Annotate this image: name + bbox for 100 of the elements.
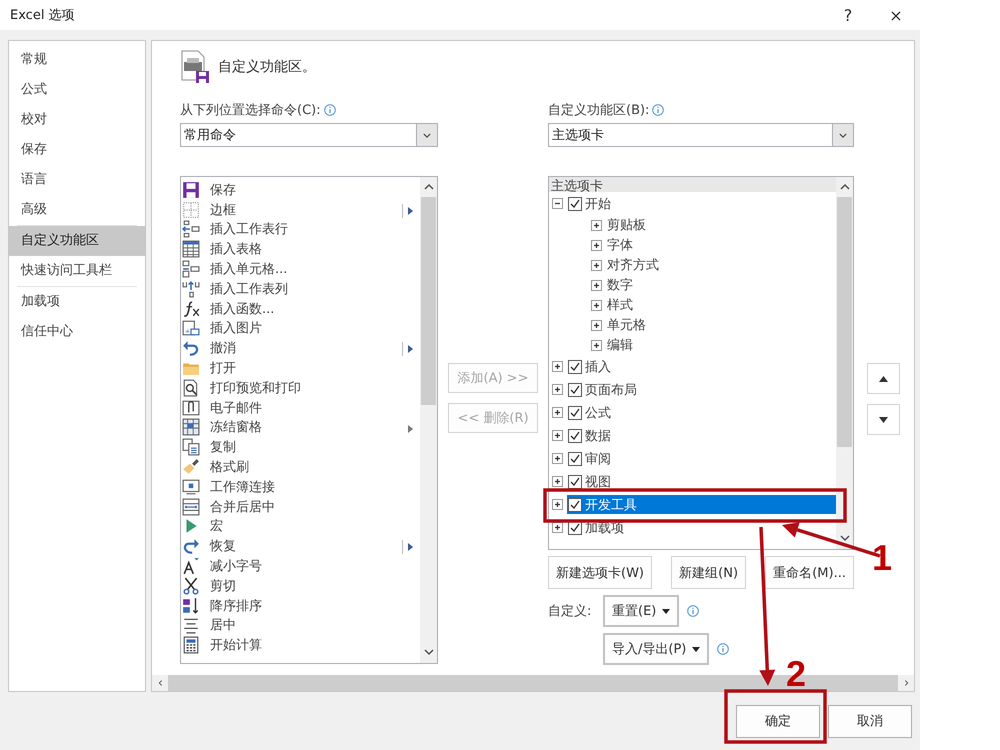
command-item[interactable]: 恢复: [181, 536, 420, 556]
insert-column-icon: [182, 280, 200, 298]
tree-item[interactable]: 数据: [567, 426, 836, 445]
command-item[interactable]: 开始计算: [181, 635, 420, 656]
expand-icon[interactable]: [552, 476, 563, 487]
expand-icon[interactable]: [591, 260, 602, 270]
command-item[interactable]: 边框: [181, 200, 420, 220]
tree-item[interactable]: 开发工具: [567, 495, 836, 514]
command-item[interactable]: 插入图片: [181, 318, 420, 338]
action-button[interactable]: 新建选项卡(W): [548, 556, 652, 589]
tree-header: 主选项卡: [549, 177, 836, 192]
tree-item[interactable]: 编辑: [606, 336, 836, 354]
ok-button[interactable]: 确定: [736, 704, 820, 738]
expand-icon[interactable]: [591, 240, 602, 250]
tree-item[interactable]: 审阅: [567, 449, 836, 468]
step-number: 2: [786, 656, 806, 692]
dropdown[interactable]: 主选项卡: [548, 123, 854, 147]
command-item[interactable]: 减小字号: [181, 556, 420, 576]
checkbox[interactable]: [568, 360, 582, 374]
insert-cells-icon: [182, 260, 200, 278]
tree-item[interactable]: 样式: [606, 296, 836, 314]
caret-icon: [692, 646, 700, 652]
expand-icon[interactable]: [591, 340, 602, 350]
sidebar-item[interactable]: 语言: [9, 165, 145, 195]
caret-icon: [662, 608, 670, 614]
command-item[interactable]: 复制: [181, 437, 420, 458]
sidebar-item[interactable]: 自定义功能区: [9, 226, 145, 256]
expand-icon[interactable]: [591, 220, 602, 230]
expand-icon[interactable]: [591, 280, 602, 290]
tree-item[interactable]: 加载项: [567, 518, 836, 537]
tree-item[interactable]: 对齐方式: [606, 256, 836, 274]
command-item[interactable]: 电子邮件: [181, 398, 420, 418]
command-item[interactable]: 工作簿连接: [181, 476, 420, 497]
action-button[interactable]: 新建组(N): [671, 556, 746, 589]
command-item[interactable]: 宏: [181, 516, 420, 536]
command-item[interactable]: 居中: [181, 616, 420, 636]
expand-icon[interactable]: [591, 300, 602, 310]
command-item[interactable]: 降序排序: [181, 596, 420, 616]
command-item[interactable]: 插入函数...: [181, 298, 420, 319]
scrollbar[interactable]: [836, 177, 853, 549]
tree-item[interactable]: 公式: [567, 403, 836, 422]
command-item[interactable]: 保存: [181, 180, 420, 200]
field-label: 自定义功能区(B):: [548, 102, 650, 119]
reset-button[interactable]: 重置(E): [603, 595, 680, 627]
command-item[interactable]: 合并后居中: [181, 496, 420, 517]
command-item[interactable]: 撤消: [181, 338, 420, 358]
command-item[interactable]: 冻结窗格: [181, 418, 420, 438]
checkbox[interactable]: [568, 196, 582, 210]
command-item[interactable]: 插入单元格...: [181, 259, 420, 279]
sidebar-item[interactable]: 信任中心: [9, 317, 145, 347]
import-export-button[interactable]: 导入/导出(P): [603, 633, 710, 665]
dropdown[interactable]: 常用命令: [180, 123, 438, 147]
checkbox[interactable]: [568, 406, 582, 420]
command-item[interactable]: 打印预览和打印: [181, 378, 420, 398]
sidebar-item[interactable]: 保存: [9, 135, 145, 165]
cancel-button[interactable]: 取消: [828, 704, 912, 738]
scrollbar[interactable]: [420, 177, 437, 663]
expand-icon[interactable]: [591, 320, 602, 330]
expand-icon[interactable]: [552, 522, 563, 533]
checkbox[interactable]: [568, 498, 582, 512]
sidebar-item[interactable]: 加载项: [9, 287, 145, 317]
collapse-icon[interactable]: [552, 198, 563, 209]
tree-item[interactable]: 数字: [606, 276, 836, 294]
close-button[interactable]: ×: [872, 0, 920, 30]
sidebar-item[interactable]: 公式: [9, 75, 145, 105]
expand-icon[interactable]: [552, 453, 563, 464]
checkbox[interactable]: [568, 382, 582, 396]
expand-icon[interactable]: [552, 430, 563, 441]
move-up-button[interactable]: [867, 363, 900, 394]
tree-item[interactable]: 剪贴板: [606, 216, 836, 234]
sidebar-item[interactable]: 高级: [9, 195, 145, 225]
info-icon: [717, 643, 730, 655]
move-down-button[interactable]: [867, 404, 900, 435]
command-item[interactable]: 打开: [181, 358, 420, 378]
tree-item[interactable]: 插入: [567, 357, 836, 376]
redo-icon: [182, 537, 200, 556]
expand-icon[interactable]: [552, 361, 563, 372]
sidebar-item[interactable]: 常规: [9, 45, 145, 75]
expand-icon[interactable]: [552, 499, 563, 510]
command-item[interactable]: 插入工作表行: [181, 220, 420, 240]
checkbox[interactable]: [568, 452, 582, 466]
tree-item[interactable]: 开始: [567, 194, 836, 213]
help-button[interactable]: ?: [824, 0, 872, 30]
action-button[interactable]: 重命名(M)...: [765, 556, 854, 589]
checkbox[interactable]: [568, 474, 582, 488]
decrease-font-icon: [182, 557, 200, 576]
expand-icon[interactable]: [552, 407, 563, 418]
command-item[interactable]: 剪切: [181, 576, 420, 596]
command-item[interactable]: 插入表格: [181, 239, 420, 260]
command-item[interactable]: 插入工作表列: [181, 278, 420, 299]
sidebar-item[interactable]: 快速访问工具栏: [9, 256, 145, 286]
tree-item[interactable]: 页面布局: [567, 380, 836, 399]
printer-document-icon: [180, 50, 210, 84]
sidebar-item[interactable]: 校对: [9, 105, 145, 135]
tree-item[interactable]: 字体: [606, 236, 836, 254]
tree-item[interactable]: 单元格: [606, 316, 836, 334]
expand-icon[interactable]: [552, 384, 563, 395]
checkbox[interactable]: [568, 428, 582, 442]
command-item[interactable]: 格式刷: [181, 457, 420, 477]
tree-item[interactable]: 视图: [567, 472, 836, 491]
